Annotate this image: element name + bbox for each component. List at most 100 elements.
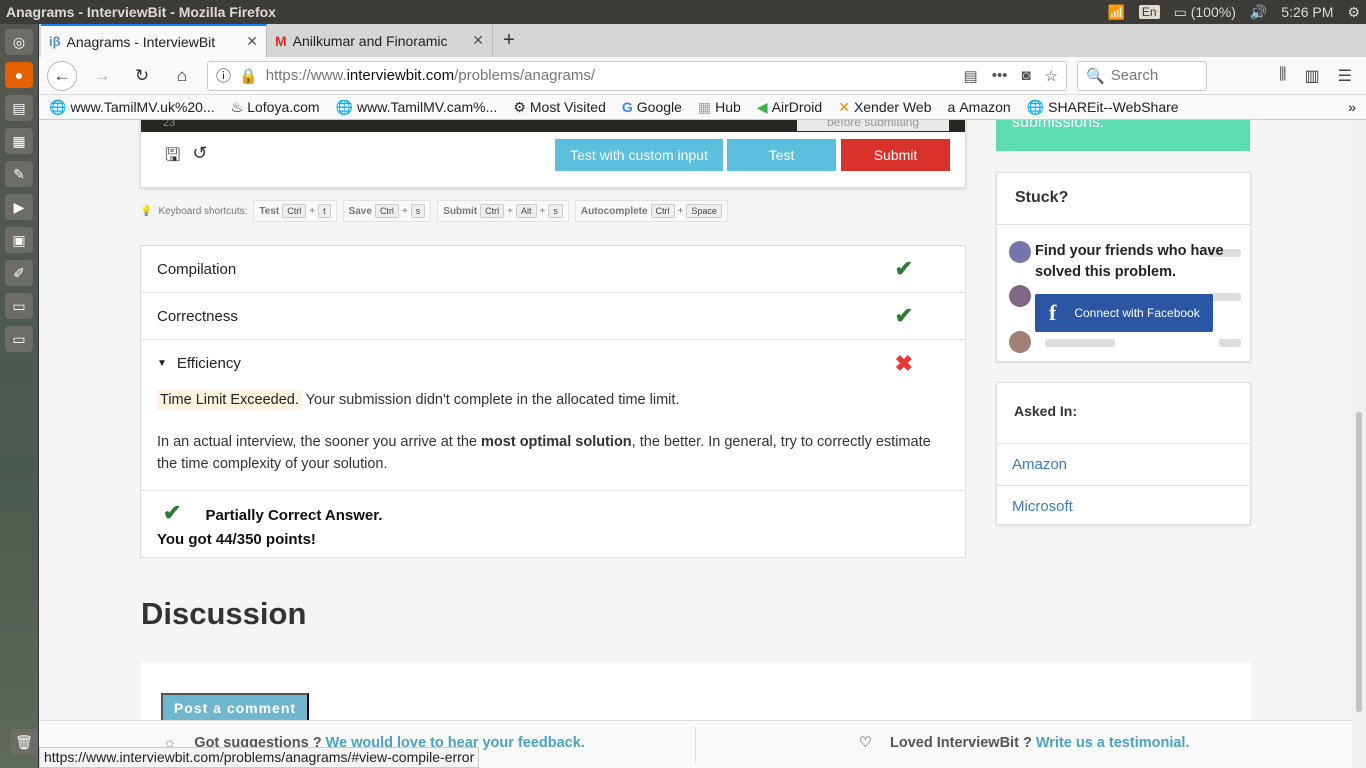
bookmark-star-icon[interactable]: ☆ <box>1045 67 1058 85</box>
close-tab-icon[interactable]: ✕ <box>246 33 258 50</box>
trash-icon[interactable]: 🗑 <box>10 729 38 755</box>
footer-divider <box>695 727 696 763</box>
settings-gear-icon[interactable]: ⚙ <box>1347 4 1360 21</box>
correctness-row[interactable]: Correctness ✔ <box>141 293 965 340</box>
cross-icon: ✖ <box>894 350 913 376</box>
bookmark-item[interactable]: 🌐 www.TamilMV.cam%... <box>336 99 498 116</box>
check-icon: ✔ <box>894 256 913 281</box>
pocket-icon[interactable]: ◙ <box>1021 67 1030 85</box>
submit-button[interactable]: Submit <box>841 139 950 171</box>
code-editor-panel: 23 before submitting 🖫 ↺ Test with custo… <box>140 120 966 188</box>
clock[interactable]: 5:26 PM <box>1281 4 1333 20</box>
keyboard-shortcuts: 💡 Keyboard shortcuts: Test Ctrl + t Save Ctr… <box>140 200 728 222</box>
shortcut-test: Test Ctrl + t <box>253 200 337 222</box>
points-text: You got 44/350 points! <box>157 531 316 548</box>
shortcut-save: Save Ctrl + s <box>342 200 432 222</box>
heart-message-icon: ♡ <box>859 735 872 751</box>
company-microsoft-link[interactable]: Microsoft <box>997 485 1250 527</box>
bookmarks-toolbar: 🌐 www.TamilMV.uk%20... ♨ Lofoya.com 🌐 www.T… <box>39 95 1366 120</box>
bookmarks-overflow-icon[interactable]: » <box>1348 99 1356 115</box>
compilation-row[interactable]: Compilation ✔ <box>141 246 965 293</box>
terminal-icon[interactable]: ▣ <box>5 227 33 253</box>
line-number: 23 <box>163 120 176 129</box>
dash-icon[interactable]: ◎ <box>5 29 33 55</box>
partial-correct-label: Partially Correct Answer. <box>205 507 383 524</box>
battery-indicator[interactable]: ▭ (100%) <box>1174 4 1236 21</box>
bookmark-item[interactable]: ◀ AirDroid <box>757 99 822 116</box>
save-icon[interactable]: 🖫 <box>165 143 180 173</box>
volume-icon[interactable]: 🔊 <box>1250 4 1267 21</box>
drive-icon[interactable]: ▭ <box>5 293 33 319</box>
bookmark-label: Amazon <box>959 99 1011 115</box>
bookmark-item[interactable]: ⚙ Most Visited <box>513 99 606 116</box>
firefox-launcher-icon[interactable]: ● <box>5 62 33 88</box>
blurred-text <box>1219 339 1241 347</box>
shortcut-submit: Submit Ctrl + Alt + s <box>437 200 569 222</box>
files-icon[interactable]: ▦ <box>5 128 33 154</box>
bookmark-label: AirDroid <box>771 99 823 115</box>
search-box[interactable]: 🔍 Search <box>1077 60 1207 91</box>
post-comment-button[interactable]: Post a comment <box>161 693 309 720</box>
key: Ctrl <box>650 204 675 218</box>
tab-gmail[interactable]: M Anilkumar and Finoramic ✕ <box>267 24 493 57</box>
bookmark-item[interactable]: ♨ Lofoya.com <box>231 99 320 116</box>
comment-section: Post a comment <box>141 662 1251 720</box>
sidebar-toggle-icon[interactable]: ▥ <box>1305 66 1320 86</box>
lock-icon[interactable]: 🔒 <box>239 67 258 85</box>
bookmark-item[interactable]: 🌐 SHAREit--WebShare <box>1027 99 1179 116</box>
settings-tools-icon[interactable]: ✎ <box>5 161 33 187</box>
url-domain: interviewbit.com <box>346 67 455 84</box>
reload-icon[interactable]: ↻ <box>127 61 157 91</box>
document-viewer-icon[interactable]: ▤ <box>5 95 33 121</box>
stuck-card: Stuck? Find your friends who have solved… <box>996 172 1251 362</box>
back-arrow-icon[interactable]: ← <box>47 60 77 91</box>
text-editor-icon[interactable]: ✐ <box>5 260 33 286</box>
home-icon[interactable]: ⌂ <box>167 61 197 91</box>
key: Ctrl <box>374 204 399 218</box>
keyboard-layout[interactable]: En <box>1138 5 1160 19</box>
company-amazon-link[interactable]: Amazon <box>997 443 1250 485</box>
testimonial-link[interactable]: Write us a testimonial. <box>1036 735 1190 751</box>
workspace-icon[interactable]: ▭ <box>5 326 33 352</box>
check-icon: ✔ <box>894 303 913 328</box>
tab-title: Anilkumar and Finoramic <box>292 32 448 49</box>
interviewbit-favicon-icon: iβ <box>49 34 61 49</box>
bookmark-item[interactable]: a Amazon <box>948 99 1011 115</box>
search-icon: 🔍 <box>1086 67 1105 85</box>
bookmark-label: www.TamilMV.uk%20... <box>70 99 215 115</box>
submissions-banner: submissions. <box>996 120 1250 151</box>
shortcuts-label: Keyboard shortcuts: <box>158 205 248 217</box>
url-bar[interactable]: ⓘ 🔒 https://www.interviewbit.com/problem… <box>207 60 1067 91</box>
page-scrollbar[interactable] <box>1352 120 1366 768</box>
info-icon[interactable]: ⓘ <box>216 65 231 86</box>
gmail-favicon-icon: M <box>275 32 287 49</box>
bookmark-item[interactable]: 🌐 www.TamilMV.uk%20... <box>49 99 215 116</box>
wifi-icon[interactable]: 📶 <box>1107 4 1124 21</box>
page-actions-icon[interactable]: ••• <box>992 67 1008 85</box>
connect-facebook-button[interactable]: f Connect with Facebook <box>1035 294 1213 332</box>
tab-anagrams[interactable]: iβ Anagrams - InterviewBit ✕ <box>41 24 267 57</box>
key: t <box>318 204 331 218</box>
find-friends-text: Find your friends who have solved this p… <box>1035 243 1224 280</box>
key: Space <box>686 204 722 218</box>
stuck-heading: Stuck? <box>997 173 1250 225</box>
video-editor-icon[interactable]: ▶ <box>5 194 33 220</box>
test-custom-input-button[interactable]: Test with custom input <box>555 139 723 171</box>
efficiency-row[interactable]: ▼ Efficiency ✖ <box>141 340 965 387</box>
bookmark-item[interactable]: ✕ Xender Web <box>838 99 931 116</box>
bookmark-item[interactable]: ▦ Hub <box>698 99 741 116</box>
bookmark-item[interactable]: G Google <box>622 99 682 115</box>
test-button[interactable]: Test <box>727 139 836 171</box>
library-icon[interactable]: ⫼ <box>1279 66 1286 86</box>
submission-result-panel: Compilation ✔ Correctness ✔ ▼ Efficiency… <box>140 245 966 558</box>
amazon-icon: a <box>947 99 956 115</box>
reset-icon[interactable]: ↺ <box>192 143 207 173</box>
close-tab-icon[interactable]: ✕ <box>472 32 484 49</box>
reader-view-icon[interactable]: ▤ <box>964 67 978 85</box>
efficiency-label: Efficiency <box>176 355 241 372</box>
scrollbar-thumb[interactable] <box>1356 412 1362 712</box>
hamburger-menu-icon[interactable]: ☰ <box>1338 66 1352 86</box>
new-tab-plus-icon[interactable]: + <box>493 24 525 57</box>
airdroid-icon: ◀ <box>756 98 768 115</box>
forward-arrow-icon[interactable]: → <box>87 61 117 91</box>
